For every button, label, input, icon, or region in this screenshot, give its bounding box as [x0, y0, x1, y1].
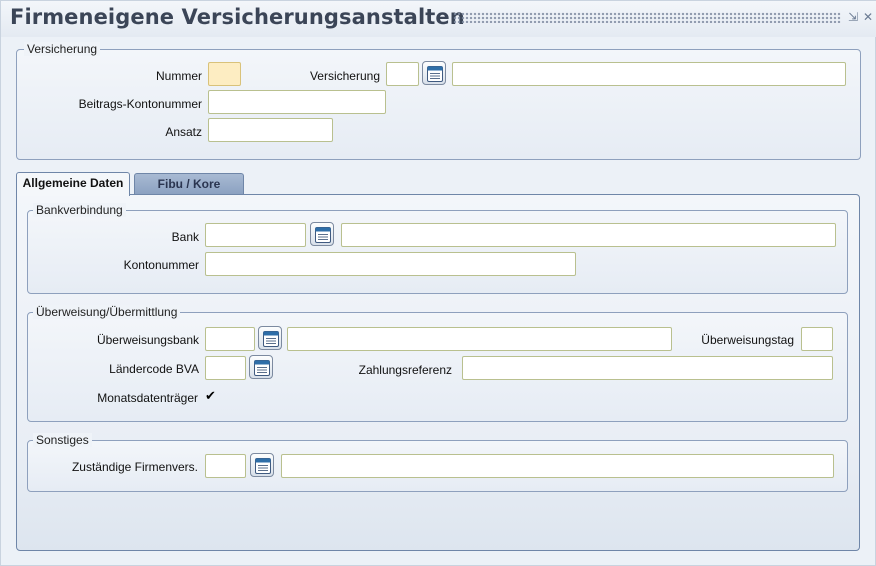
- kontonummer-field[interactable]: [205, 252, 576, 276]
- calendar-list-icon: [315, 227, 331, 243]
- ueberweisung-legend: Überweisung/Übermittlung: [33, 305, 181, 319]
- monatsdatentraeger-label: Monatsdatenträger: [97, 391, 198, 405]
- title-bar-grip: [453, 12, 841, 23]
- versicherung-lov-button[interactable]: [422, 61, 446, 85]
- bank-name-field[interactable]: [341, 223, 836, 247]
- tab-allgemeine-daten[interactable]: Allgemeine Daten: [16, 172, 130, 196]
- bank-code-field[interactable]: [205, 223, 306, 247]
- title-bar: Firmeneigene Versicherungsanstalten ⇲ ✕: [1, 1, 876, 37]
- ueberweisungsbank-code-field[interactable]: [205, 327, 255, 351]
- bank-label: Bank: [171, 230, 199, 244]
- zahlungsreferenz-label: Zahlungsreferenz: [358, 363, 452, 377]
- monatsdatentraeger-checkbox[interactable]: ✔: [205, 390, 219, 404]
- beitrags-kontonummer-label: Beitrags-Kontonummer: [78, 97, 202, 111]
- laendercode-bva-field[interactable]: [205, 356, 246, 380]
- bank-lov-button[interactable]: [310, 222, 334, 246]
- bankverbindung-legend: Bankverbindung: [33, 203, 126, 217]
- firmenvers-lov-button[interactable]: [250, 453, 274, 477]
- ueberweisungsbank-label: Überweisungsbank: [96, 333, 199, 347]
- calendar-list-icon: [255, 458, 271, 474]
- form-window: Firmeneigene Versicherungsanstalten ⇲ ✕ …: [0, 0, 876, 566]
- kontonummer-label: Kontonummer: [123, 258, 199, 272]
- calendar-list-icon: [254, 360, 270, 376]
- versicherung-code-field[interactable]: [386, 62, 419, 86]
- ansatz-field[interactable]: [208, 118, 333, 142]
- calendar-list-icon: [263, 331, 279, 347]
- tab-fibu-kore[interactable]: Fibu / Kore: [134, 173, 244, 195]
- versicherung-legend: Versicherung: [24, 42, 101, 56]
- ueberweisungsbank-lov-button[interactable]: [258, 326, 282, 350]
- close-icon[interactable]: ✕: [862, 10, 874, 24]
- zustaendige-firmenvers-name-field[interactable]: [281, 454, 834, 478]
- ansatz-label: Ansatz: [165, 125, 202, 139]
- ueberweisungsbank-name-field[interactable]: [287, 327, 672, 351]
- minimize-icon[interactable]: ⇲: [847, 10, 859, 24]
- laendercode-bva-label: Ländercode BVA: [109, 362, 199, 376]
- versicherung-label: Versicherung: [309, 69, 380, 83]
- beitrags-kontonummer-field[interactable]: [208, 90, 386, 114]
- versicherung-name-field[interactable]: [452, 62, 846, 86]
- ueberweisungstag-label: Überweisungstag: [701, 333, 794, 347]
- ueberweisungstag-field[interactable]: [801, 327, 833, 351]
- laendercode-lov-button[interactable]: [249, 355, 273, 379]
- sonstiges-legend: Sonstiges: [33, 433, 92, 447]
- window-title: Firmeneigene Versicherungsanstalten: [10, 5, 465, 29]
- nummer-field[interactable]: [208, 62, 241, 86]
- zustaendige-firmenvers-label: Zuständige Firmenvers.: [71, 460, 198, 474]
- zustaendige-firmenvers-code-field[interactable]: [205, 454, 246, 478]
- nummer-label: Nummer: [155, 69, 202, 83]
- calendar-list-icon: [427, 66, 443, 82]
- zahlungsreferenz-field[interactable]: [462, 356, 833, 380]
